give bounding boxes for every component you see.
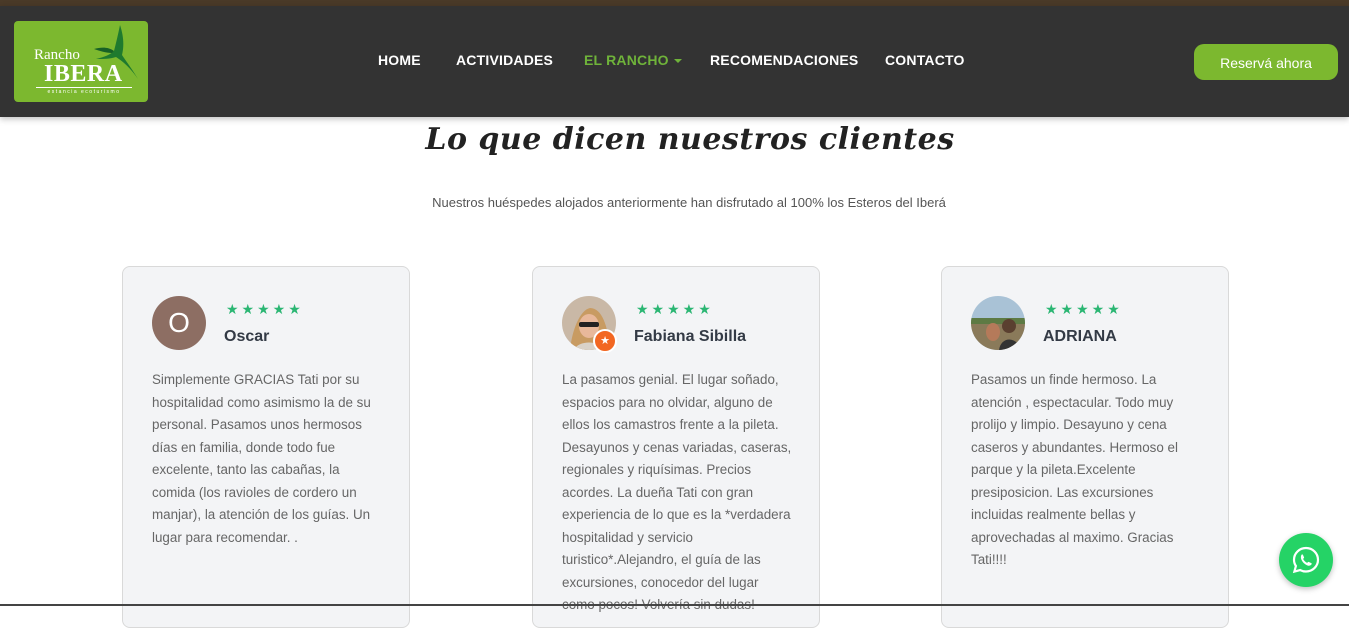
navbar: Rancho IBERA estancia ecoturismo HOME AC…: [0, 6, 1349, 117]
caret-down-icon: [673, 59, 682, 64]
review-card: ★ ★★★★★ Fabiana Sibilla La pasamos genia…: [532, 266, 820, 628]
avatar: [971, 296, 1025, 350]
section-heading: Lo que dicen nuestros clientes: [425, 122, 955, 157]
nav-item-home[interactable]: HOME: [378, 52, 421, 68]
section-subheading: Nuestros huéspedes alojados anteriorment…: [432, 195, 946, 210]
whatsapp-icon: [1292, 546, 1320, 574]
nav-item-contacto[interactable]: CONTACTO: [885, 52, 965, 68]
nav-item-el-rancho-label: EL RANCHO: [584, 52, 669, 68]
whatsapp-button[interactable]: [1279, 533, 1333, 587]
nav-item-recomendaciones[interactable]: RECOMENDACIONES: [710, 52, 858, 68]
review-text: La pasamos genial. El lugar soñado, espa…: [562, 372, 792, 612]
avatar: O: [152, 296, 206, 350]
nav-item-actividades[interactable]: ACTIVIDADES: [456, 52, 553, 68]
reviewer-name: ADRIANA: [1043, 328, 1117, 345]
nav-item-el-rancho[interactable]: EL RANCHO: [584, 52, 682, 68]
reviewer-name: Oscar: [224, 328, 270, 345]
reserve-button[interactable]: Reservá ahora: [1194, 44, 1338, 80]
star-rating: ★★★★★: [1045, 301, 1123, 317]
review-text: Simplemente GRACIAS Tati por su hospital…: [152, 372, 371, 545]
avatar-photo-icon: [971, 296, 1025, 350]
review-card: O ★★★★★ Oscar Simplemente GRACIAS Tati p…: [122, 266, 410, 628]
main-nav: HOME ACTIVIDADES EL RANCHO RECOMENDACION…: [0, 6, 1349, 117]
star-rating: ★★★★★: [636, 301, 714, 317]
star-rating: ★★★★★: [226, 301, 304, 317]
reviewer-name: Fabiana Sibilla: [634, 328, 747, 345]
review-text: Pasamos un finde hermoso. La atención , …: [971, 372, 1178, 567]
review-card: ★★★★★ ADRIANA Pasamos un finde hermoso. …: [941, 266, 1229, 628]
star-badge-icon: ★: [593, 329, 617, 353]
